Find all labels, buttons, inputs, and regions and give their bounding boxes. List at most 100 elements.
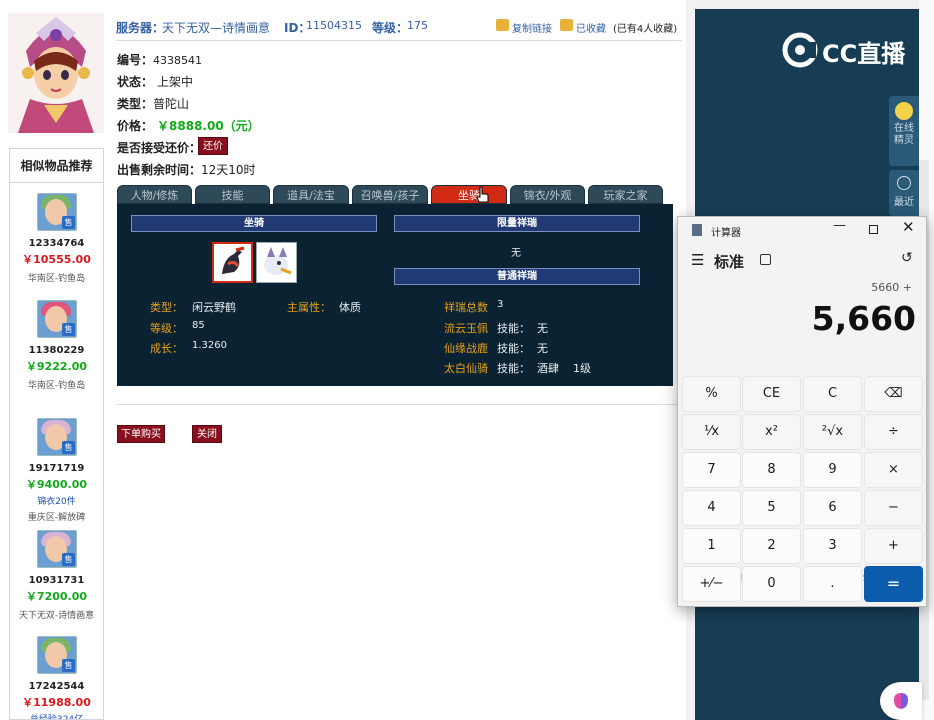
calculator-expression: 5660 + [871,281,912,294]
keep-on-top-icon[interactable] [760,254,771,265]
digit-2-key[interactable]: 2 [742,528,801,564]
mount-panel: 坐骑 限量祥瑞 无 普通祥瑞 类型： 闲云野鹤 主属性： 体质 等级： 85 成… [117,204,673,386]
bargain-button[interactable]: 还价 [198,137,228,155]
digit-6-key[interactable]: 6 [803,490,862,526]
minimize-icon[interactable]: — [833,218,846,233]
assistant-bubble[interactable] [880,682,922,720]
similar-item[interactable]: 售 12334764 ￥10555.00 华南区-钓鱼岛 [10,193,103,299]
close-button[interactable]: 关闭 [192,425,222,443]
auspicious-total-label: 祥瑞总数 [444,301,488,314]
cc-live-logo: CC直播 [782,30,912,70]
tab-mount[interactable]: 坐骑 [431,185,507,204]
similar-item-thumbnail[interactable]: 售 [37,300,77,338]
similar-item[interactable]: 售 10931731 ￥7200.00 天下无双-诗情画意 [10,530,103,636]
negate-key[interactable]: +⁄− [682,566,741,602]
clear-entry-key[interactable]: CE [742,376,801,412]
tab-summons[interactable]: 召唤兽/孩子 [352,185,428,204]
recent-button[interactable]: 最近 [889,170,919,216]
close-icon[interactable]: ✕ [902,218,915,236]
sqrt-key[interactable]: ²√x [803,414,862,450]
remaining-value: 12天10时 [201,163,256,177]
price-label: 价格： [117,119,154,133]
number-label: 编号： [117,53,154,67]
calculator-mode: 标准 [714,253,745,271]
mount-thumb-white[interactable] [256,242,297,283]
cc-logo-icon [782,32,818,68]
hamburger-menu-icon[interactable]: ☰ [691,251,704,269]
auspicious-3-name: 太白仙骑 [444,362,488,375]
similar-item-id: 17242544 [28,681,85,692]
mount-header: 坐骑 [131,215,377,232]
digit-5-key[interactable]: 5 [742,490,801,526]
auspicious-2-skill: 技能： 无 [497,342,548,355]
collected-button[interactable]: 已收藏 [576,20,606,35]
similar-items-title: 相似物品推荐 [10,149,103,183]
type-value: 普陀山 [153,97,190,111]
similar-item-id: 10931731 [28,575,85,586]
mount-thumb-crane[interactable] [212,242,253,283]
add-key[interactable]: + [864,528,923,564]
similar-item-price: ￥9400.00 [25,478,88,491]
sell-badge-icon: 售 [62,216,75,229]
status-label: 状态： [117,75,154,89]
reciprocal-key[interactable]: ¹⁄x [682,414,741,450]
multiply-key[interactable]: × [864,452,923,488]
tab-home[interactable]: 玩家之家 [588,185,663,204]
auspicious-1-name: 流云玉佩 [444,322,488,335]
digit-7-key[interactable]: 7 [682,452,741,488]
similar-item-thumbnail[interactable]: 售 [37,530,77,568]
mouse-cursor-icon [476,186,489,203]
maximize-icon[interactable] [869,225,878,234]
percent-key[interactable]: % [682,376,741,412]
digit-0-key[interactable]: 0 [742,566,801,602]
similar-item[interactable]: 售 11380229 ￥9222.00 华南区-钓鱼岛 [10,300,103,406]
calculator-title: 计算器 [711,228,741,239]
similar-item-id: 19171719 [28,463,85,474]
digit-1-key[interactable]: 1 [682,528,741,564]
price-value: ￥8888.00（元） [157,119,260,133]
equals-key[interactable]: = [864,566,923,602]
digit-3-key[interactable]: 3 [803,528,862,564]
copy-link-button[interactable]: 复制链接 [512,20,552,35]
collect-count: (已有4人收藏) [613,24,678,35]
similar-item-thumbnail[interactable]: 售 [37,193,77,231]
decimal-key[interactable]: . [803,566,862,602]
similar-item-thumbnail[interactable]: 售 [37,418,77,456]
sell-badge-icon: 售 [62,323,75,336]
similar-item[interactable]: 售 19171719 ￥9400.00 锦衣20件 重庆区-解放碑 [10,418,103,524]
sell-badge-icon: 售 [62,441,75,454]
divider [117,404,677,405]
square-key[interactable]: x² [742,414,801,450]
type-label: 类型： [117,97,154,111]
similar-item-price: ￥7200.00 [25,590,88,603]
history-icon[interactable]: ↺ [901,250,913,266]
digit-8-key[interactable]: 8 [742,452,801,488]
main-attr-value: 体质 [339,301,361,314]
sell-badge-icon: 售 [62,659,75,672]
backspace-key[interactable]: ⌫ [864,376,923,412]
divide-key[interactable]: ÷ [864,414,923,450]
clock-icon [897,176,911,190]
similar-item-thumbnail[interactable]: 售 [37,636,77,674]
tab-character[interactable]: 人物/修炼 [117,185,192,204]
buy-button[interactable]: 下单购买 [117,425,165,443]
tab-skills[interactable]: 技能 [195,185,270,204]
main-attr-label: 主属性： [287,301,331,314]
similar-item-price: ￥10555.00 [22,253,91,266]
digit-9-key[interactable]: 9 [803,452,862,488]
similar-item-price: ￥11988.00 [22,696,91,709]
auspicious-2-name: 仙缘战鹿 [444,342,488,355]
mount-type-label: 类型： [150,301,183,314]
similar-item-extra: 锦衣20件 [37,497,76,507]
level-label: 等级： [372,21,409,35]
sprite-icon [895,102,913,120]
online-sprite-button[interactable]: 在线精灵 [889,96,919,166]
auspicious-3-skill: 技能： 酒肆 1级 [497,362,591,375]
calculator-app-icon [692,224,702,236]
clear-key[interactable]: C [803,376,862,412]
tab-outfit[interactable]: 锦衣/外观 [510,185,585,204]
tab-items[interactable]: 道具/法宝 [273,185,349,204]
subtract-key[interactable]: − [864,490,923,526]
similar-item[interactable]: 售 17242544 ￥11988.00 总经验324亿 [10,636,103,719]
digit-4-key[interactable]: 4 [682,490,741,526]
